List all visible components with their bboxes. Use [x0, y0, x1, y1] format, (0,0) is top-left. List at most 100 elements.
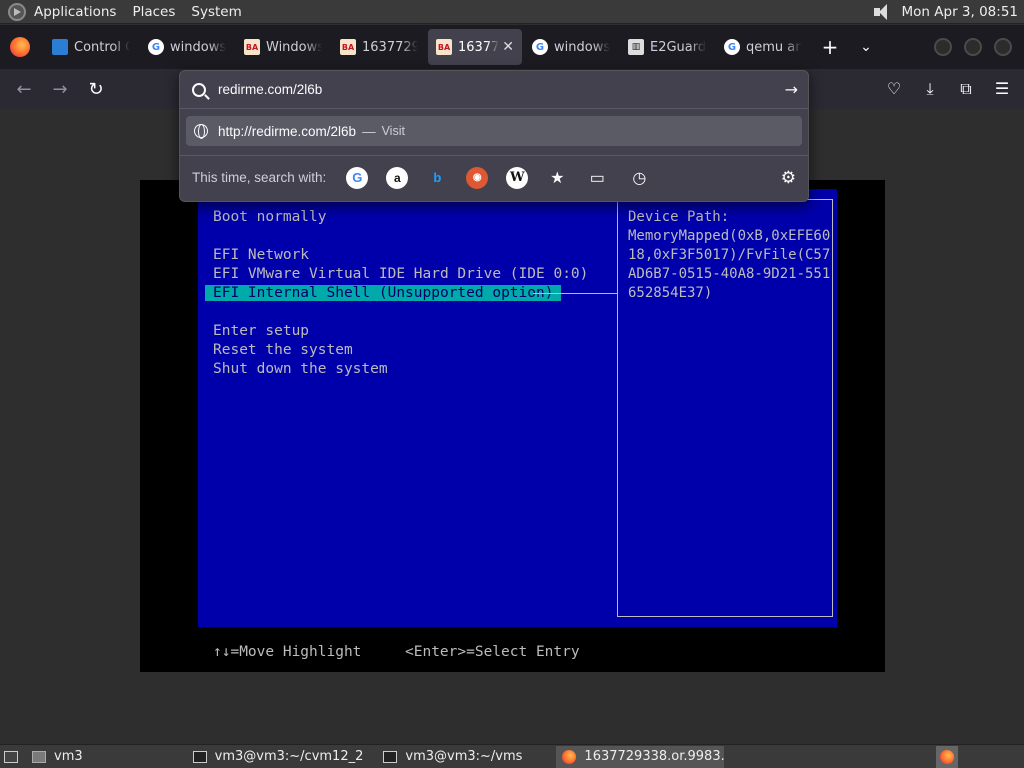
- tab-google-qemu[interactable]: G qemu an: [716, 29, 810, 65]
- folder-icon: [32, 750, 46, 763]
- hamburger-menu-icon[interactable]: ☰: [986, 79, 1018, 99]
- bugzilla-icon: BA: [340, 39, 356, 55]
- taskbar-item-label: vm3: [54, 749, 83, 764]
- google-search-icon[interactable]: G: [346, 166, 369, 189]
- google-icon: G: [532, 39, 548, 55]
- pane-connector-line: [533, 293, 617, 294]
- list-all-tabs-chevron-icon[interactable]: ⌄: [848, 39, 884, 55]
- efi-boot-manager: Boot normally EFI Network EFI VMware Vir…: [198, 189, 837, 660]
- duckduckgo-search-icon[interactable]: ◉: [466, 166, 489, 189]
- tab-label: E2Guard: [650, 39, 706, 55]
- urlbar-dropdown: → http://redirme.com/2l6b — Visit This t…: [179, 70, 809, 202]
- url-suggestion-visit[interactable]: http://redirme.com/2l6b — Visit: [186, 116, 802, 146]
- minimize-window-button[interactable]: [934, 38, 952, 56]
- menu-efi-internal-shell-selected[interactable]: EFI Internal Shell (Unsupported option): [205, 285, 562, 301]
- e2guardian-icon: ▥: [628, 39, 644, 55]
- taskbar-item-terminal-2[interactable]: vm3@vm3:~/vms: [377, 746, 528, 768]
- amazon-search-icon[interactable]: a: [386, 166, 409, 189]
- close-window-button[interactable]: [994, 38, 1012, 56]
- terminal-icon: [192, 750, 207, 763]
- device-path-line: 18,0xF3F5017)/FvFile(C57: [628, 247, 831, 263]
- tab-bar: Control C G windows BA Windows BA 163772…: [0, 25, 1024, 69]
- menu-boot-normally[interactable]: Boot normally: [213, 209, 327, 225]
- firefox-icon: [562, 749, 577, 764]
- bing-search-icon[interactable]: b: [426, 167, 448, 189]
- new-tab-button[interactable]: +: [812, 35, 848, 59]
- wikipedia-search-icon[interactable]: W: [506, 166, 529, 189]
- google-icon: G: [148, 39, 164, 55]
- bottom-taskbar: vm3 vm3@vm3:~/cvm12_2 vm3@vm3:~/vms 1637…: [0, 744, 1024, 768]
- tab-bugzilla-1637729[interactable]: BA 1637729: [332, 29, 426, 65]
- footer-move-highlight: ↑↓=Move Highlight: [213, 644, 362, 660]
- search-with-label: This time, search with:: [192, 170, 327, 185]
- taskbar-item-label: vm3@vm3:~/vms: [405, 749, 523, 764]
- suggestion-action: Visit: [381, 124, 405, 138]
- tab-e2guardian[interactable]: ▥ E2Guard: [620, 29, 714, 65]
- maximize-window-button[interactable]: [964, 38, 982, 56]
- tab-label: qemu an: [746, 39, 802, 55]
- tab-bugzilla-windows[interactable]: BA Windows: [236, 29, 330, 65]
- history-search-icon[interactable]: ◷: [628, 167, 650, 189]
- bookmarks-search-icon[interactable]: ★: [546, 167, 568, 189]
- globe-icon: [194, 124, 208, 139]
- taskbar-item-label: 1637729338.or.9983...: [584, 749, 725, 764]
- tab-label: Windows: [266, 39, 322, 55]
- pocket-icon[interactable]: ♡: [878, 79, 910, 99]
- taskbar-item-terminal-1[interactable]: vm3@vm3:~/cvm12_2: [187, 746, 370, 768]
- tab-label: windows: [170, 39, 226, 55]
- tab-label: 16377: [458, 39, 500, 55]
- tab-active-bugzilla[interactable]: BA 16377 ✕: [428, 29, 522, 65]
- tab-google-windows-2[interactable]: G windows: [524, 29, 618, 65]
- tabs-search-icon[interactable]: ▭: [586, 167, 608, 189]
- tab-label: Control C: [74, 39, 130, 55]
- footer-select-entry: <Enter>=Select Entry: [405, 644, 580, 660]
- menu-shut-down[interactable]: Shut down the system: [213, 361, 388, 377]
- menu-reset-system[interactable]: Reset the system: [213, 342, 353, 358]
- menu-enter-setup[interactable]: Enter setup: [213, 323, 309, 339]
- device-path-line: AD6B7-0515-40A8-9D21-551: [628, 266, 831, 282]
- menu-applications[interactable]: Applications: [34, 4, 116, 20]
- device-path-line: MemoryMapped(0xB,0xEFE60: [628, 228, 831, 244]
- search-icon: [192, 82, 206, 97]
- reload-icon[interactable]: ↻: [78, 79, 114, 100]
- tab-control-center[interactable]: Control C: [44, 29, 138, 65]
- google-icon: G: [724, 39, 740, 55]
- back-arrow-icon[interactable]: ←: [6, 79, 42, 100]
- search-settings-gear-icon[interactable]: ⚙: [781, 168, 796, 188]
- taskbar-item-label: vm3@vm3:~/cvm12_2: [214, 749, 364, 764]
- go-arrow-icon[interactable]: →: [785, 80, 798, 99]
- device-path-label: Device Path:: [628, 209, 730, 225]
- tab-google-windows[interactable]: G windows: [140, 29, 234, 65]
- extensions-icon[interactable]: ⧉: [950, 79, 982, 99]
- taskbar-item-file-manager[interactable]: vm3: [26, 746, 89, 768]
- device-path-line: 652854E37): [628, 285, 713, 301]
- bugzilla-icon: BA: [244, 39, 260, 55]
- url-input[interactable]: [218, 82, 785, 97]
- top-panel: Applications Places System Mon Apr 3, 08…: [0, 0, 1024, 24]
- tab-label: windows: [554, 39, 610, 55]
- clock[interactable]: Mon Apr 3, 08:51: [902, 4, 1018, 20]
- tab-label: 1637729: [362, 39, 418, 55]
- show-desktop-icon[interactable]: [4, 750, 18, 763]
- monitor-icon: [52, 39, 68, 55]
- device-path-pane: Device Path: MemoryMapped(0xB,0xEFE60 18…: [617, 199, 833, 617]
- system-logo-icon[interactable]: [8, 2, 26, 21]
- forward-arrow-icon[interactable]: →: [42, 79, 78, 100]
- volume-icon[interactable]: [872, 3, 894, 21]
- firefox-view-icon[interactable]: [10, 37, 30, 57]
- workspace-firefox-icon[interactable]: [936, 745, 958, 768]
- menu-efi-network[interactable]: EFI Network: [213, 247, 309, 263]
- terminal-icon: [383, 750, 398, 763]
- vm-console-screen[interactable]: Boot normally EFI Network EFI VMware Vir…: [140, 180, 885, 672]
- taskbar-item-firefox[interactable]: 1637729338.or.9983...: [556, 745, 725, 768]
- one-off-search-bar: This time, search with: G a b ◉ W ★ ▭ ◷ …: [180, 155, 808, 199]
- suggestion-url: http://redirme.com/2l6b: [218, 123, 357, 139]
- suggestion-separator: —: [362, 123, 376, 139]
- downloads-icon[interactable]: ⤓: [914, 79, 946, 99]
- menu-places[interactable]: Places: [132, 4, 175, 20]
- menu-system[interactable]: System: [191, 4, 241, 20]
- page-content: Boot normally EFI Network EFI VMware Vir…: [0, 109, 1024, 744]
- menu-efi-hard-drive[interactable]: EFI VMware Virtual IDE Hard Drive (IDE 0…: [213, 266, 588, 282]
- close-tab-icon[interactable]: ✕: [502, 39, 514, 55]
- url-row: →: [180, 71, 808, 109]
